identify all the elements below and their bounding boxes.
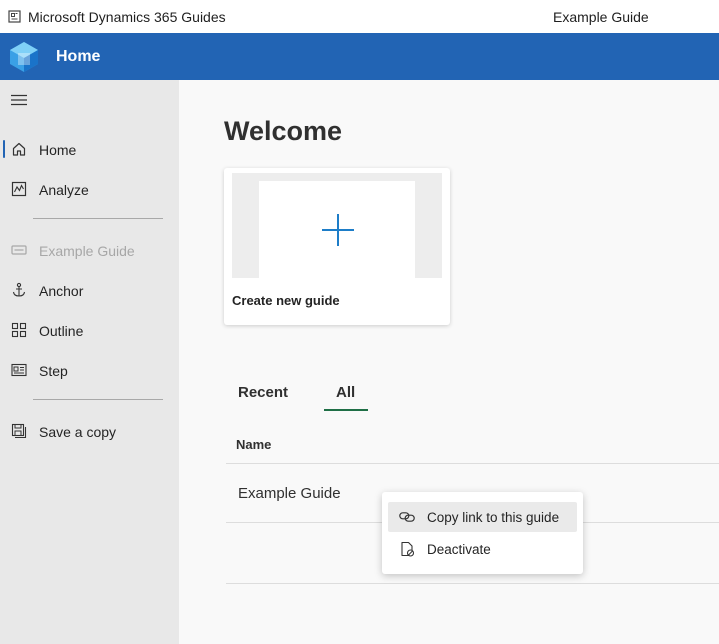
link-icon: [399, 512, 415, 522]
sidebar-item-anchor[interactable]: Anchor: [0, 272, 179, 308]
sidebar-item-label: Save a copy: [39, 424, 117, 440]
table-divider: [226, 583, 719, 584]
menu-item-deactivate[interactable]: Deactivate: [388, 534, 577, 564]
sidebar: Home Analyze Example Guide Anchor Outlin…: [0, 80, 179, 644]
header-title: Home: [56, 48, 101, 65]
app-icon: [8, 10, 21, 23]
page-title: Welcome: [224, 116, 343, 146]
deactivate-icon: [401, 541, 415, 557]
sidebar-item-label: Example Guide: [39, 243, 135, 259]
menu-item-label: Deactivate: [427, 542, 491, 557]
sidebar-divider: [33, 399, 163, 400]
create-new-guide-label: Create new guide: [232, 293, 340, 308]
card-preview-page: [259, 181, 415, 278]
sidebar-item-label: Step: [39, 363, 68, 379]
sidebar-divider: [33, 218, 163, 219]
home-icon: [12, 142, 26, 156]
menu-item-label: Copy link to this guide: [427, 510, 560, 525]
create-new-guide-card[interactable]: Create new guide: [224, 168, 450, 325]
sidebar-item-step[interactable]: Step: [0, 352, 179, 388]
sidebar-item-label: Home: [39, 142, 77, 158]
sidebar-item-example-guide[interactable]: Example Guide: [0, 232, 179, 268]
app-title: Microsoft Dynamics 365 Guides: [28, 9, 226, 25]
table-divider: [226, 463, 719, 464]
active-tab-indicator: [324, 409, 368, 411]
document-title: Example Guide: [553, 9, 649, 25]
title-bar: Microsoft Dynamics 365 Guides Example Gu…: [0, 0, 719, 33]
tab-recent[interactable]: Recent: [238, 384, 288, 401]
column-header-name[interactable]: Name: [236, 437, 271, 452]
sidebar-item-label: Analyze: [39, 182, 89, 198]
outline-icon: [11, 322, 27, 338]
tab-all[interactable]: All: [336, 384, 355, 401]
sidebar-item-analyze[interactable]: Analyze: [0, 171, 179, 207]
table-row[interactable]: Example Guide: [238, 485, 341, 502]
guide-icon: [11, 245, 27, 255]
anchor-icon: [12, 282, 26, 297]
guides-logo-icon: [10, 42, 38, 72]
context-menu: Copy link to this guide Deactivate: [382, 492, 583, 574]
sidebar-item-home[interactable]: Home: [0, 131, 179, 167]
step-icon: [11, 363, 27, 377]
hamburger-icon[interactable]: [10, 93, 28, 107]
sidebar-item-save-a-copy[interactable]: Save a copy: [0, 413, 179, 449]
menu-item-copy-link[interactable]: Copy link to this guide: [388, 502, 577, 532]
sidebar-item-label: Anchor: [39, 283, 84, 299]
sidebar-item-label: Outline: [39, 323, 84, 339]
save-copy-icon: [11, 423, 27, 439]
app-header: Home: [0, 33, 719, 80]
plus-icon: [322, 214, 354, 246]
sidebar-item-outline[interactable]: Outline: [0, 312, 179, 348]
card-preview: [232, 173, 442, 278]
analyze-icon: [11, 181, 27, 197]
